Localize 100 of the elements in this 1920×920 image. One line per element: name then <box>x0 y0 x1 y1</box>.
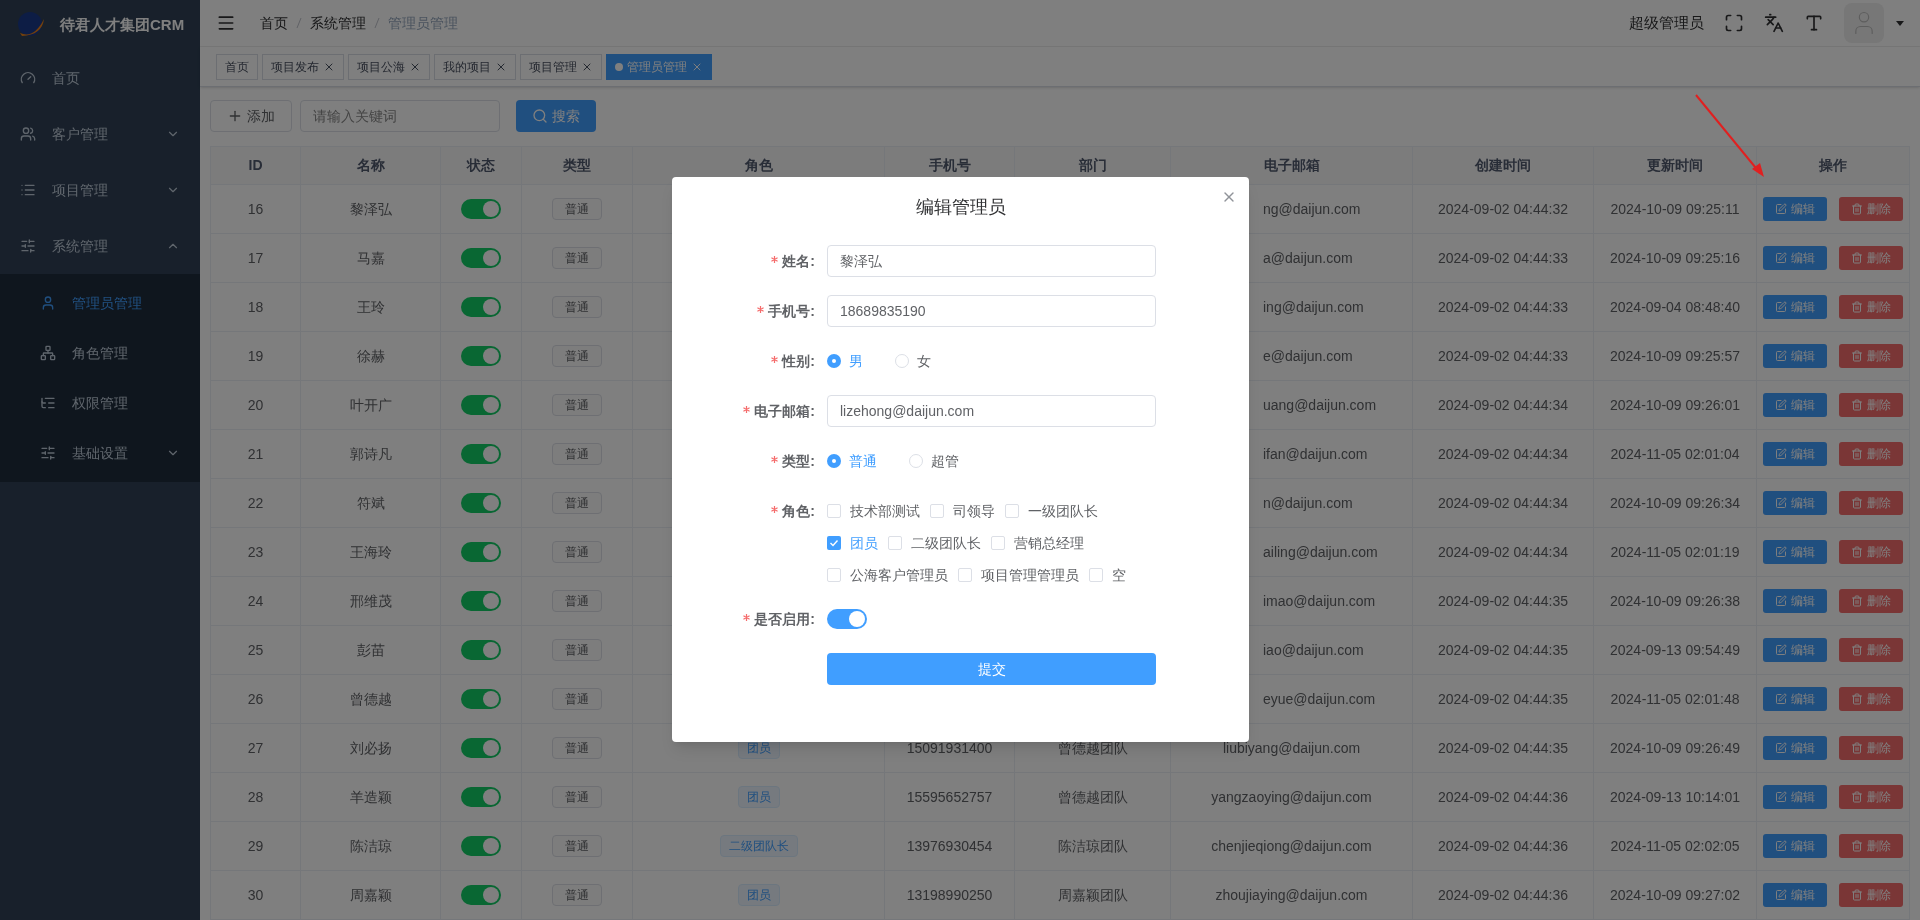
toggle-switch[interactable] <box>461 346 501 366</box>
tag-tab[interactable]: 项目管理 <box>520 53 602 80</box>
toggle-switch[interactable] <box>461 444 501 464</box>
edit-button[interactable]: 编辑 <box>1763 589 1827 613</box>
delete-button[interactable]: 删除 <box>1839 491 1903 515</box>
tree-list-icon <box>40 395 56 411</box>
checkbox[interactable] <box>827 568 841 582</box>
text-field[interactable]: 黎泽弘 <box>827 245 1156 277</box>
checkbox[interactable] <box>930 504 944 518</box>
delete-button[interactable]: 删除 <box>1839 393 1903 417</box>
delete-button[interactable]: 删除 <box>1839 687 1903 711</box>
submenu-item[interactable]: 基础设置 <box>0 428 200 478</box>
search-button[interactable]: 搜索 <box>516 100 596 133</box>
toggle-switch[interactable] <box>461 689 501 709</box>
edit-button[interactable]: 编辑 <box>1763 344 1827 368</box>
toggle-switch[interactable] <box>827 609 867 629</box>
text-field[interactable]: 18689835190 <box>827 295 1156 327</box>
toggle-switch[interactable] <box>461 248 501 268</box>
menu-item[interactable]: 客户管理 <box>0 106 200 162</box>
toggle-switch[interactable] <box>461 493 501 513</box>
breadcrumb-item[interactable]: 系统管理 <box>310 12 366 34</box>
edit-button[interactable]: 编辑 <box>1763 295 1827 319</box>
edit-button[interactable]: 编辑 <box>1763 638 1827 662</box>
tag-tab[interactable]: 项目发布 <box>262 53 344 80</box>
tag-tab[interactable]: 管理员管理 <box>606 53 712 80</box>
delete-button[interactable]: 删除 <box>1839 736 1903 760</box>
delete-button[interactable]: 删除 <box>1839 540 1903 564</box>
delete-button[interactable]: 删除 <box>1839 442 1903 466</box>
checkbox[interactable] <box>1005 504 1019 518</box>
checkbox[interactable] <box>827 536 841 550</box>
toggle-switch[interactable] <box>461 787 501 807</box>
toggle-switch[interactable] <box>461 591 501 611</box>
type-tag: 普通 <box>552 688 602 710</box>
type-tag: 普通 <box>552 443 602 465</box>
submenu-item[interactable]: 权限管理 <box>0 378 200 428</box>
table-cell: 15595652757 <box>885 773 1015 822</box>
checkbox[interactable] <box>1089 568 1103 582</box>
tag-tab[interactable]: 首页 <box>216 53 258 80</box>
table-cell: 曾德越团队 <box>1015 773 1171 822</box>
edit-icon <box>1775 595 1787 607</box>
delete-button[interactable]: 删除 <box>1839 834 1903 858</box>
sliders-icon <box>40 445 56 461</box>
menu-item[interactable]: 项目管理 <box>0 162 200 218</box>
edit-button[interactable]: 编辑 <box>1763 393 1827 417</box>
toggle-switch[interactable] <box>461 395 501 415</box>
edit-button[interactable]: 编辑 <box>1763 883 1827 907</box>
delete-button[interactable]: 删除 <box>1839 197 1903 221</box>
edit-button[interactable]: 编辑 <box>1763 540 1827 564</box>
edit-button[interactable]: 编辑 <box>1763 442 1827 466</box>
edit-button[interactable]: 编辑 <box>1763 197 1827 221</box>
tag-tab[interactable]: 项目公海 <box>348 53 430 80</box>
submit-button[interactable]: 提交 <box>827 653 1156 685</box>
field-label: 姓名: <box>782 251 815 271</box>
translate-icon[interactable] <box>1764 13 1784 34</box>
edit-button[interactable]: 编辑 <box>1763 785 1827 809</box>
toggle-switch[interactable] <box>461 738 501 758</box>
delete-button[interactable]: 删除 <box>1839 246 1903 270</box>
edit-icon <box>1775 497 1787 509</box>
submenu-item[interactable]: 角色管理 <box>0 328 200 378</box>
toggle-switch[interactable] <box>461 836 501 856</box>
radio-button[interactable] <box>827 454 841 468</box>
edit-icon <box>1775 448 1787 460</box>
list-icon <box>20 182 36 198</box>
search-field[interactable]: 请输入关键词 <box>300 100 500 133</box>
checkbox[interactable] <box>958 568 972 582</box>
toggle-switch[interactable] <box>461 885 501 905</box>
edit-button[interactable]: 编辑 <box>1763 246 1827 270</box>
checkbox[interactable] <box>827 504 841 518</box>
table-cell: 符斌 <box>301 479 441 528</box>
text-field[interactable]: lizehong@daijun.com <box>827 395 1156 427</box>
breadcrumb-item[interactable]: 首页 <box>260 12 288 34</box>
edit-button[interactable]: 编辑 <box>1763 834 1827 858</box>
caret-icon[interactable] <box>1896 20 1904 26</box>
submenu-item[interactable]: 管理员管理 <box>0 278 200 328</box>
toggle-switch[interactable] <box>461 640 501 660</box>
radio-label: 普通 <box>849 451 877 471</box>
delete-button[interactable]: 删除 <box>1839 883 1903 907</box>
toggle-switch[interactable] <box>461 297 501 317</box>
edit-button[interactable]: 编辑 <box>1763 736 1827 760</box>
fullscreen-icon[interactable] <box>1724 13 1744 34</box>
avatar[interactable] <box>1844 3 1884 44</box>
checkbox-label: 团员 <box>850 533 878 553</box>
checkbox-label: 技术部测试 <box>850 501 920 521</box>
add-button[interactable]: 添加 <box>210 100 292 133</box>
delete-button[interactable]: 删除 <box>1839 295 1903 319</box>
delete-button[interactable]: 删除 <box>1839 785 1903 809</box>
radio-button[interactable] <box>827 354 841 368</box>
toggle-switch[interactable] <box>461 199 501 219</box>
toggle-switch[interactable] <box>461 542 501 562</box>
edit-button[interactable]: 编辑 <box>1763 687 1827 711</box>
menu-item[interactable]: 首页 <box>0 50 200 106</box>
delete-button[interactable]: 删除 <box>1839 344 1903 368</box>
tag-tab[interactable]: 我的项目 <box>434 53 516 80</box>
edit-button[interactable]: 编辑 <box>1763 491 1827 515</box>
menu-item[interactable]: 系统管理 <box>0 218 200 274</box>
delete-button[interactable]: 删除 <box>1839 638 1903 662</box>
font-size-icon[interactable] <box>1804 13 1824 34</box>
checkbox[interactable] <box>888 536 902 550</box>
checkbox[interactable] <box>991 536 1005 550</box>
delete-button[interactable]: 删除 <box>1839 589 1903 613</box>
